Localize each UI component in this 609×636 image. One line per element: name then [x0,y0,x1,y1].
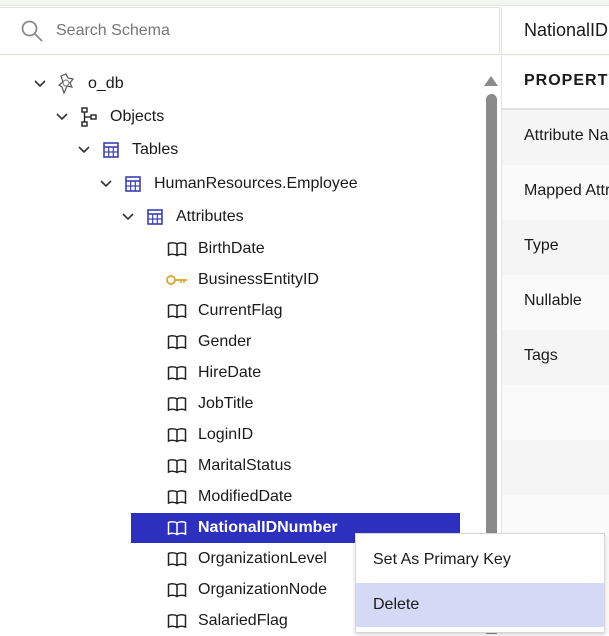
context-menu: Set As Primary Key Delete [355,533,605,633]
tree-node-label: MaritalStatus [198,457,292,474]
tree-node-attribute[interactable]: OrganizationLevel [166,544,327,574]
tree-node-label: HireDate [198,364,262,381]
chevron-down-icon[interactable] [54,109,70,125]
tree-node-table[interactable]: HumanResources.Employee [98,169,358,199]
property-label: Attribute Name [524,127,609,144]
property-column-header: PROPERTY [502,56,609,110]
menu-item-label: Delete [373,596,420,613]
details-title-bar: NationalIDNumber [502,7,609,55]
tree-node-attribute[interactable]: HireDate [166,358,261,388]
tree-node-attribute[interactable]: JobTitle [166,389,253,419]
menu-item-label: Set As Primary Key [373,551,511,568]
property-label: Tags [524,347,558,364]
tree-node-label: CurrentFlag [198,302,283,319]
tree-node-label: OrganizationLevel [198,550,327,567]
database-icon [56,73,78,95]
chevron-down-icon[interactable] [98,176,114,192]
menu-item-set-primary-key[interactable]: Set As Primary Key [356,538,604,582]
tree-node-label: OrganizationNode [198,581,327,598]
tree-node-label: BusinessEntityID [198,271,319,288]
tree-node-label: HumanResources.Employee [154,175,358,192]
book-icon [166,426,188,444]
chevron-down-icon[interactable] [32,76,48,92]
book-icon [166,333,188,351]
tree-node-attribute[interactable]: LoginID [166,420,253,450]
key-icon [166,271,188,289]
tree-node-attribute[interactable]: Gender [166,327,251,357]
table-icon [144,208,166,226]
book-icon [166,519,188,537]
tree-node-attribute[interactable]: SalariedFlag [166,606,288,636]
tree-node-tables[interactable]: Tables [76,135,178,165]
property-row: Attribute Name [502,110,609,165]
tree-node-label: LoginID [198,426,254,443]
table-icon [122,175,144,193]
book-icon [166,364,188,382]
property-header-label: PROPERTY [524,72,609,89]
property-row: Tags [502,330,609,385]
tree-node-label: ModifiedDate [198,488,293,505]
tree-node-label: Tables [132,141,179,158]
property-row: Nullable [502,275,609,330]
top-border [0,0,609,6]
book-icon [166,581,188,599]
property-row [502,440,609,495]
tree-node-attribute[interactable]: OrganizationNode [166,575,327,605]
tree-node-attributes[interactable]: Attributes [120,202,244,232]
search-box[interactable] [0,7,500,55]
tree-node-attribute[interactable]: MaritalStatus [166,451,291,481]
tree-node-attribute[interactable]: CurrentFlag [166,296,282,326]
tree-node-label: SalariedFlag [198,612,288,629]
tree-node-database[interactable]: o_db [32,69,124,99]
property-row: Mapped Attribute [502,165,609,220]
property-row [502,385,609,440]
book-icon [166,550,188,568]
search-icon [21,20,43,42]
details-title: NationalIDNumber [524,20,609,40]
tree-node-attribute[interactable]: BirthDate [166,234,265,264]
book-icon [166,457,188,475]
search-input[interactable] [56,8,476,54]
book-icon [166,240,188,258]
property-label: Type [524,237,559,254]
book-icon [166,488,188,506]
tree-node-attribute[interactable]: NationalIDNumber [166,513,338,543]
tree-node-objects[interactable]: Objects [54,102,164,132]
tree-node-attribute[interactable]: BusinessEntityID [166,265,319,295]
property-label: Mapped Attribute [524,182,609,199]
tree-node-label: BirthDate [198,240,265,257]
tree-node-attribute[interactable]: ModifiedDate [166,482,292,512]
book-icon [166,302,188,320]
menu-item-delete[interactable]: Delete [356,583,604,627]
chevron-down-icon[interactable] [120,209,136,225]
table-icon [100,141,122,159]
tree-node-label: o_db [88,75,124,92]
book-icon [166,395,188,413]
tree-node-label: JobTitle [198,395,254,412]
book-icon [166,612,188,630]
tree-node-label: NationalIDNumber [198,519,338,536]
tree-node-label: Attributes [176,208,244,225]
tree-node-label: Objects [110,108,165,125]
scroll-up-arrow-icon[interactable] [484,76,498,86]
property-row: Type [502,220,609,275]
hierarchy-icon [78,107,100,127]
tree-node-label: Gender [198,333,252,350]
property-label: Nullable [524,292,582,309]
chevron-down-icon[interactable] [76,142,92,158]
